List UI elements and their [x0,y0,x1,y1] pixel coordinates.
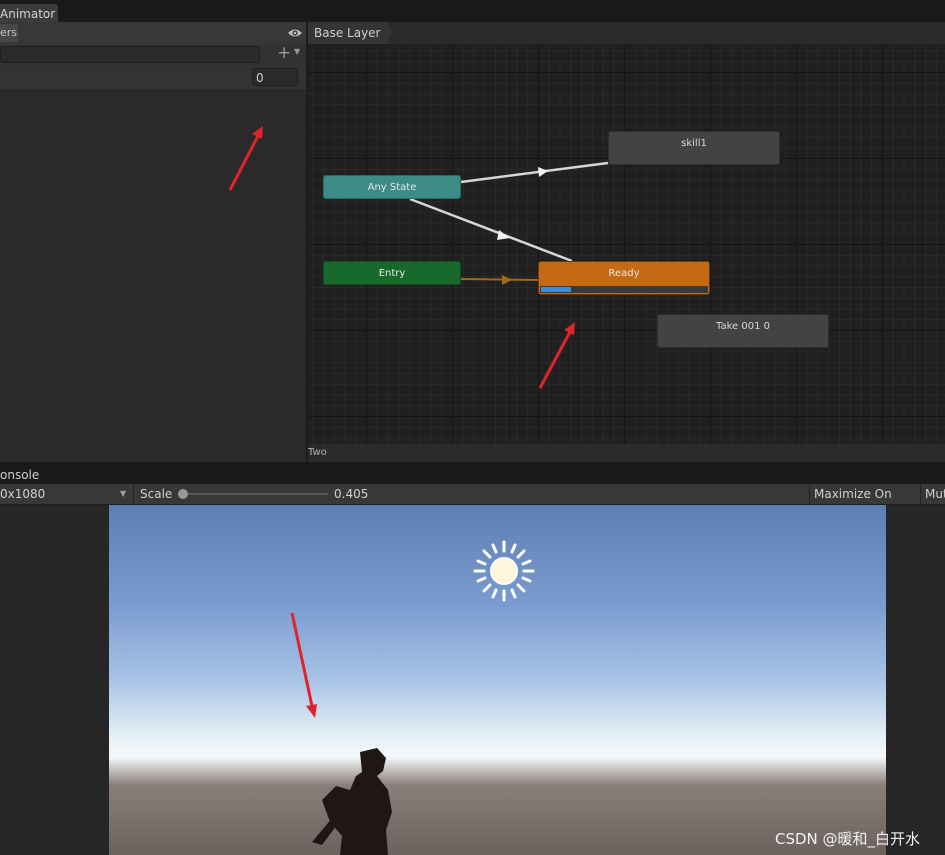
watermark: CSDN @暖和_白开水 [775,830,921,848]
sun-icon [473,540,535,602]
character-silhouette [312,748,392,855]
annotation-arrow-game [290,612,314,707]
game-overlay [290,540,535,855]
